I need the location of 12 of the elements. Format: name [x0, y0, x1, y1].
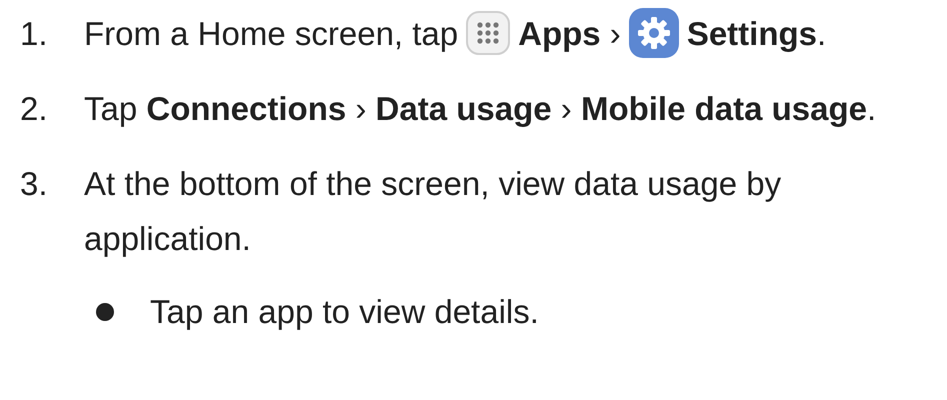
- grid-icon: [466, 11, 510, 56]
- instruction-text: At the bottom of the screen, view data usage by application.: [84, 165, 782, 258]
- gear-icon: [628, 8, 679, 58]
- instruction-text: Apps ›: [518, 15, 621, 52]
- bullet-text: Tap an app to view details.: [150, 292, 539, 332]
- bullet-icon: [96, 302, 114, 321]
- instruction-text: Settings.: [686, 15, 826, 52]
- step-number: 2.: [20, 89, 49, 130]
- instruction-text: From a Home screen, tap: [84, 15, 458, 52]
- step-number: 3.: [20, 164, 49, 204]
- instruction-text: Tap Connections › Data usage › Mobile data usage.: [84, 90, 876, 128]
- step-number: 1.: [20, 14, 49, 54]
